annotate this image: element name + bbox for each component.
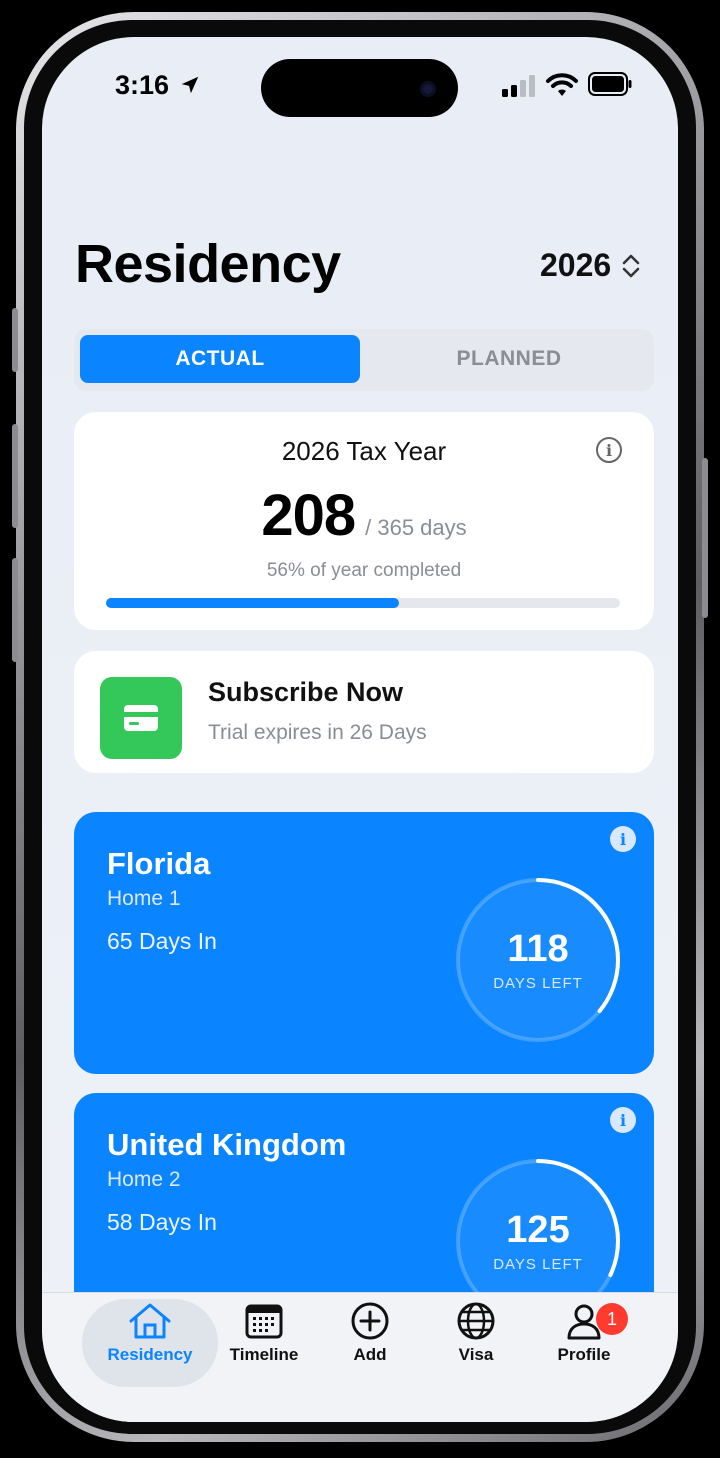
- actual-planned-segmented-control: ACTUAL PLANNED: [74, 329, 654, 391]
- tab-visa-label: Visa: [458, 1345, 494, 1364]
- tab-add-label: Add: [353, 1345, 387, 1364]
- trial-expiry-text: Trial expires in 26 Days: [208, 721, 427, 744]
- status-time: 3:16: [115, 70, 201, 101]
- tab-profile-label: Profile: [557, 1345, 611, 1364]
- days-left-label: DAYS LEFT: [493, 975, 583, 992]
- tax-year-card: 2026 Tax Year i 208 / 365 days 56% of yea…: [74, 412, 654, 630]
- tab-timeline[interactable]: Timeline: [204, 1301, 324, 1365]
- tab-residency[interactable]: Residency: [90, 1301, 210, 1365]
- profile-notification-badge: 1: [596, 1303, 628, 1335]
- residence-days-in: 65 Days In: [107, 928, 217, 954]
- globe-icon: [457, 1302, 495, 1340]
- location-arrow-icon: [181, 76, 198, 94]
- credit-card-icon: [100, 677, 182, 759]
- status-time-text: 3:16: [115, 70, 170, 100]
- volume-down-button: [12, 558, 18, 662]
- power-button: [702, 458, 708, 618]
- days-count: 208: [261, 483, 356, 548]
- info-icon[interactable]: i: [596, 437, 622, 463]
- tab-residency-label: Residency: [107, 1345, 193, 1364]
- wifi-icon: [546, 73, 578, 96]
- days-left-count: 125: [506, 1209, 570, 1251]
- year-completed-text: 56% of year completed: [266, 560, 462, 581]
- residence-name: Florida: [107, 846, 211, 881]
- residence-name: United Kingdom: [107, 1127, 347, 1162]
- year-progress-fill: [106, 598, 399, 608]
- days-total: / 365 days: [365, 515, 467, 540]
- page-title: Residency: [75, 234, 341, 294]
- chevron-up-down-icon: [622, 254, 640, 277]
- residence-home-label: Home 2: [107, 1168, 181, 1191]
- calendar-icon: [245, 1304, 283, 1339]
- segment-actual[interactable]: ACTUAL: [80, 335, 360, 383]
- year-picker[interactable]: 2026: [540, 247, 641, 284]
- days-left-label: DAYS LEFT: [493, 1256, 583, 1273]
- subscribe-card[interactable]: Subscribe Now Trial expires in 26 Days: [74, 651, 654, 773]
- tab-visa[interactable]: Visa: [416, 1301, 536, 1365]
- tab-bar: Residency Timeline Add Visa Profile 1: [42, 1292, 678, 1422]
- tab-add[interactable]: Add: [310, 1301, 430, 1365]
- info-icon[interactable]: i: [610, 826, 636, 852]
- info-icon[interactable]: i: [610, 1107, 636, 1133]
- residence-days-in: 58 Days In: [107, 1209, 217, 1235]
- volume-up-button: [12, 424, 18, 528]
- house-icon: [129, 1303, 171, 1339]
- tax-year-title: 2026 Tax Year: [281, 436, 447, 466]
- front-camera: [420, 81, 436, 97]
- cellular-signal-icon: [502, 75, 535, 97]
- screen: 3:16 Residency 2026 ACTUAL PLANNED 2026 …: [42, 37, 678, 1422]
- segment-planned[interactable]: PLANNED: [370, 335, 648, 383]
- residence-home-label: Home 1: [107, 887, 181, 910]
- year-progress-bar: [106, 598, 620, 608]
- tab-timeline-label: Timeline: [229, 1345, 299, 1364]
- subscribe-title: Subscribe Now: [208, 677, 404, 707]
- plus-circle-icon: [351, 1302, 389, 1340]
- days-left-count: 118: [507, 928, 569, 970]
- action-button: [12, 308, 18, 372]
- battery-icon: [588, 72, 632, 96]
- residence-card[interactable]: i Florida Home 1 65 Days In 118 DAYS LEF…: [74, 812, 654, 1074]
- days-count-row: 208 / 365 days: [74, 482, 654, 549]
- year-picker-value: 2026: [540, 247, 612, 283]
